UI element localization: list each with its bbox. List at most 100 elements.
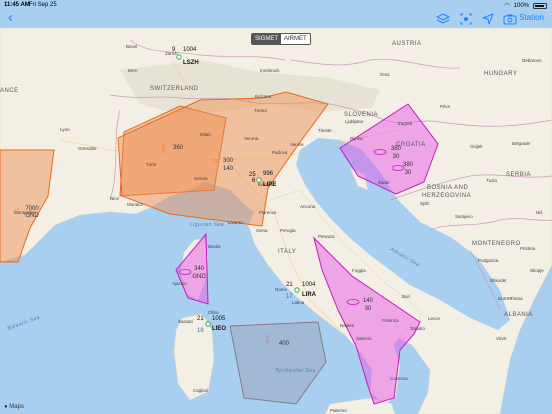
station-marker (176, 54, 182, 60)
city-label: Bari (402, 294, 410, 299)
city-label: Verona (244, 136, 259, 141)
city-label: Innsbruck (260, 68, 280, 73)
city-label: Podgorica (478, 258, 499, 263)
station-button[interactable]: Station (519, 13, 544, 22)
sigmet-tab[interactable]: SIGMET (252, 34, 282, 44)
city-label: Latina (292, 300, 305, 305)
city-label: Bern (128, 68, 138, 73)
country-label: HUNGARY (484, 71, 517, 77)
city-label: Venice (290, 142, 304, 147)
city-label: Foggia (352, 268, 366, 273)
city-label: Pescara (318, 234, 335, 239)
sea-label: Ligurian Sea (190, 222, 224, 228)
city-label: Naples (340, 323, 355, 328)
svg-text:140: 140 (223, 166, 234, 172)
city-label: Monaco (127, 202, 144, 207)
city-label: Pristina (520, 246, 536, 251)
battery-percent: 100% (513, 2, 529, 9)
sea-label: Tyrrhenian Sea (275, 368, 316, 374)
camera-icon[interactable] (503, 13, 517, 25)
svg-text:7000: 7000 (25, 206, 39, 212)
city-label: Shkodër (490, 278, 507, 283)
country-label: ALBANIA (504, 312, 533, 318)
maps-attribution: ● Maps (4, 404, 24, 410)
turbulence-icon: ᛕ (161, 144, 166, 154)
svg-text:380: 380 (403, 162, 414, 168)
city-label: Split (420, 201, 430, 206)
city-label: Belgrade (512, 141, 531, 146)
city-label: Potenza (382, 318, 399, 323)
city-label: Lyon (60, 127, 70, 132)
svg-text:380: 380 (391, 146, 402, 152)
city-label: Rijeka (350, 136, 363, 141)
city-label: Ljubljana (345, 119, 364, 124)
city-label: Tirana (510, 296, 523, 301)
country-label: SERBIA (506, 172, 531, 178)
city-label: Vlorë (496, 336, 507, 341)
city-label: Salerno (356, 336, 372, 341)
city-label: Perugia (280, 228, 296, 233)
city-label: Taranto (410, 326, 426, 331)
country-label: HERZEGOVINA (422, 193, 471, 199)
city-label: Ajaccio (172, 281, 187, 286)
airmet-tab[interactable]: AIRMET (281, 34, 310, 44)
svg-text:1004: 1004 (302, 282, 316, 288)
city-label: Trieste (318, 128, 332, 133)
city-label: Zagreb (398, 121, 413, 126)
back-button[interactable]: ‹ (8, 10, 13, 26)
city-label: Palermo (330, 408, 347, 413)
city-label: Ancona (300, 204, 316, 209)
city-label: Milan (200, 132, 211, 137)
country-label: AUSTRIA (392, 41, 422, 47)
station-marker (256, 177, 262, 183)
svg-text:GND: GND (25, 213, 39, 219)
layers-icon[interactable] (436, 13, 450, 25)
city-label: Cagliari (193, 388, 208, 393)
turbulence-icon: ᛕ (265, 334, 270, 344)
svg-text:140: 140 (363, 298, 374, 304)
city-label: Zadar (378, 180, 390, 185)
city-label: Bolzano (255, 94, 272, 99)
city-label: Grenoble (78, 146, 97, 151)
svg-text:1005: 1005 (212, 316, 226, 322)
maps-label: Maps (9, 404, 24, 410)
city-label: Trento (254, 108, 267, 113)
svg-text:30: 30 (393, 154, 400, 160)
city-label: Niš (536, 210, 543, 215)
city-label: Turin (146, 162, 157, 167)
city-label: Genoa (194, 176, 208, 181)
city-label: Siena (256, 228, 268, 233)
svg-text:LSZH: LSZH (183, 60, 199, 66)
svg-text:17: 17 (286, 294, 293, 300)
country-label: ANCE (0, 88, 19, 94)
city-label: Padova (272, 150, 288, 155)
svg-text:300: 300 (223, 158, 234, 164)
city-label: Pécs (440, 104, 451, 109)
city-label: Durrës (498, 296, 512, 301)
country-label: MONTENEGRO (472, 241, 521, 247)
city-label: Nice (110, 196, 119, 201)
city-label: Sassari (178, 319, 193, 324)
svg-text:GND: GND (192, 274, 206, 280)
navigation-arrow-icon[interactable] (481, 13, 495, 25)
apple-logo-icon: ● (4, 404, 8, 410)
svg-text:996: 996 (263, 171, 274, 177)
status-right: ◠ 100% (504, 2, 547, 9)
country-label: SWITZERLAND (150, 86, 199, 92)
station-marker (294, 287, 300, 293)
svg-text:LIRA: LIRA (302, 292, 317, 298)
map-view[interactable]: SWITZERLAND AUSTRIA HUNGARY SLOVENIA CRO… (0, 0, 552, 414)
city-label: Cosenza (390, 376, 408, 381)
city-label: Osijek (470, 144, 483, 149)
city-label: Tuzla (486, 178, 497, 183)
locate-icon[interactable] (459, 13, 473, 25)
city-label: Sarajevo (455, 214, 473, 219)
icing-icon: ☼ (13, 205, 20, 214)
status-time: 11:45 AM (4, 2, 30, 8)
sigmet-airmet-toggle[interactable]: SIGMET AIRMET (251, 33, 311, 45)
city-label: Basel (126, 44, 137, 49)
svg-text:LIEO: LIEO (212, 326, 226, 332)
svg-text:21: 21 (197, 316, 204, 322)
chevron-left-icon: ‹ (8, 9, 13, 26)
svg-text:18: 18 (197, 328, 204, 334)
